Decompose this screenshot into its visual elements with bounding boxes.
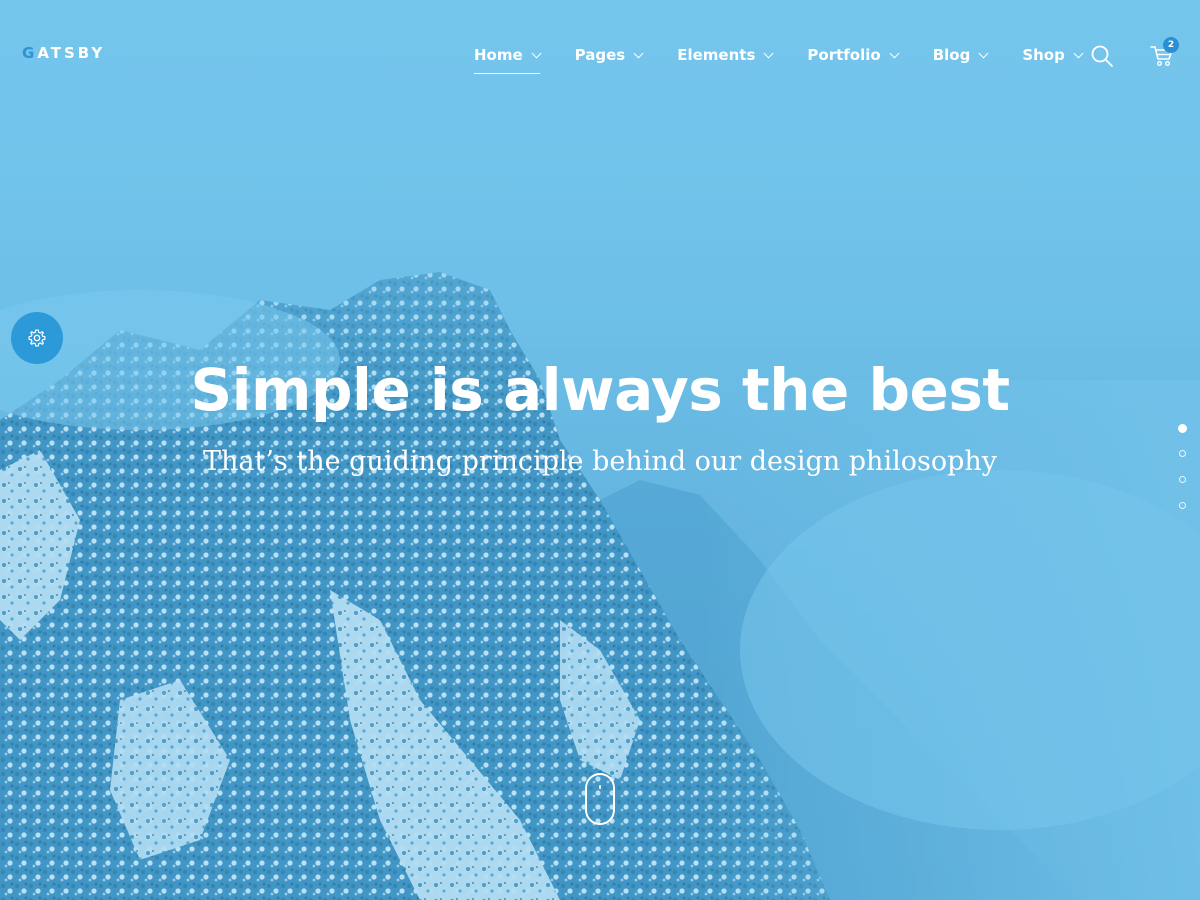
chevron-down-icon xyxy=(889,48,900,58)
chevron-down-icon xyxy=(763,48,774,58)
chevron-down-icon xyxy=(633,48,644,58)
nav-item-label: Pages xyxy=(574,46,626,64)
chevron-down-icon xyxy=(978,48,989,58)
nav-item-portfolio[interactable]: Portfolio xyxy=(807,44,900,66)
site-logo[interactable]: GATSBY xyxy=(22,44,105,62)
search-icon xyxy=(1091,45,1113,67)
slide-dot-1[interactable] xyxy=(1178,424,1187,433)
logo-text: ATSBY xyxy=(37,44,106,62)
chevron-down-icon xyxy=(1073,48,1084,58)
nav-item-label: Shop xyxy=(1022,46,1065,64)
hero-title: Simple is always the best xyxy=(190,356,1010,424)
slide-dot-3[interactable] xyxy=(1179,476,1186,483)
chevron-down-icon xyxy=(531,48,542,58)
search-button[interactable] xyxy=(1090,44,1114,68)
slider-pagination xyxy=(1178,424,1187,528)
active-underline xyxy=(474,72,540,74)
cart-count-badge: 2 xyxy=(1163,37,1179,53)
nav-item-home[interactable]: Home xyxy=(474,44,542,74)
nav-item-pages[interactable]: Pages xyxy=(574,44,644,66)
nav-item-shop[interactable]: Shop xyxy=(1022,44,1084,66)
slide-dot-4[interactable] xyxy=(1179,502,1186,509)
scroll-down-button[interactable] xyxy=(585,773,615,825)
nav-item-label: Portfolio xyxy=(807,46,881,64)
hero-subtitle: That’s the guiding principle behind our … xyxy=(202,446,998,477)
slide-dot-2[interactable] xyxy=(1179,450,1186,457)
mouse-scroll-icon xyxy=(599,785,601,789)
logo-first-letter: G xyxy=(22,44,38,62)
nav-item-label: Home xyxy=(474,46,523,64)
nav-item-label: Elements xyxy=(677,46,756,64)
nav-item-label: Blog xyxy=(932,46,971,64)
main-nav: Home Pages Elements Portfolio Blog Shop xyxy=(474,44,1117,74)
gear-icon xyxy=(28,329,46,347)
nav-item-elements[interactable]: Elements xyxy=(677,44,774,66)
nav-item-blog[interactable]: Blog xyxy=(932,44,989,66)
